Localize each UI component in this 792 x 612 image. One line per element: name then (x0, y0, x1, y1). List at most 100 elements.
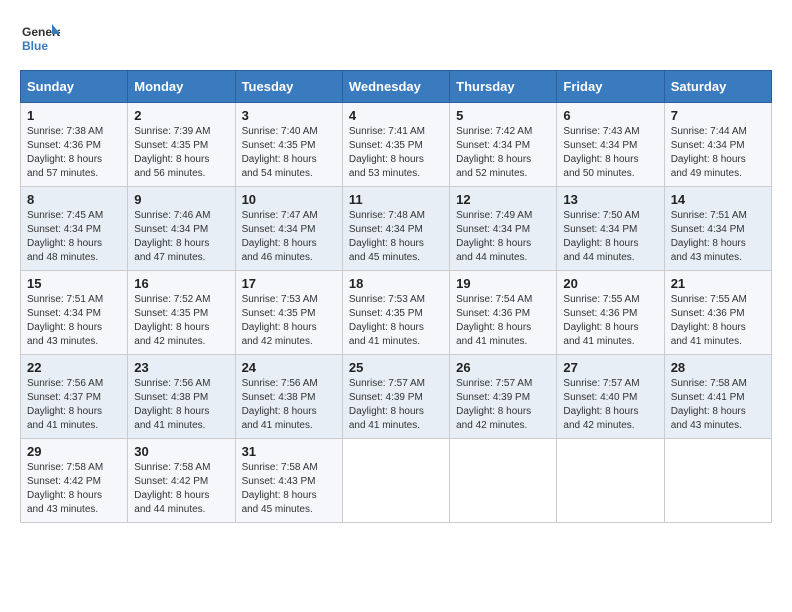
calendar-cell (450, 439, 557, 523)
weekday-header-cell: Sunday (21, 71, 128, 103)
calendar-cell: 20 Sunrise: 7:55 AMSunset: 4:36 PMDayligh… (557, 271, 664, 355)
day-number: 26 (456, 360, 550, 375)
day-info: Sunrise: 7:55 AMSunset: 4:36 PMDaylight:… (563, 293, 657, 349)
day-info: Sunrise: 7:56 AMSunset: 4:38 PMDaylight:… (242, 377, 336, 433)
day-info: Sunrise: 7:58 AMSunset: 4:42 PMDaylight:… (27, 461, 121, 517)
calendar-cell: 5 Sunrise: 7:42 AMSunset: 4:34 PMDaylight… (450, 103, 557, 187)
day-number: 27 (563, 360, 657, 375)
calendar-cell: 29Sunrise: 7:58 AMSunset: 4:42 PMDayligh… (21, 439, 128, 523)
day-number: 18 (349, 276, 443, 291)
calendar-cell: 25Sunrise: 7:57 AMSunset: 4:39 PMDayligh… (342, 355, 449, 439)
calendar-cell: 19Sunrise: 7:54 AMSunset: 4:36 PMDayligh… (450, 271, 557, 355)
day-info: Sunrise: 7:58 AMSunset: 4:42 PMDaylight:… (134, 461, 228, 517)
day-number: 12 (456, 192, 550, 207)
calendar-cell: 4 Sunrise: 7:41 AMSunset: 4:35 PMDaylight… (342, 103, 449, 187)
day-info: Sunrise: 7:42 AMSunset: 4:34 PMDaylight:… (456, 125, 550, 181)
day-info: Sunrise: 7:50 AMSunset: 4:34 PMDaylight:… (563, 209, 657, 265)
day-number: 25 (349, 360, 443, 375)
day-info: Sunrise: 7:43 AMSunset: 4:34 PMDaylight:… (563, 125, 657, 181)
day-info: Sunrise: 7:51 AMSunset: 4:34 PMDaylight:… (27, 293, 121, 349)
calendar-week-row: 15 Sunrise: 7:51 AMSunset: 4:34 PMDayligh… (21, 271, 772, 355)
weekday-header-row: SundayMondayTuesdayWednesdayThursdayFrid… (21, 71, 772, 103)
calendar-cell: 9 Sunrise: 7:46 AMSunset: 4:34 PMDaylight… (128, 187, 235, 271)
weekday-header-cell: Monday (128, 71, 235, 103)
calendar-cell: 7Sunrise: 7:44 AMSunset: 4:34 PMDaylight… (664, 103, 771, 187)
calendar-week-row: 1 Sunrise: 7:38 AMSunset: 4:36 PMDaylight… (21, 103, 772, 187)
day-number: 15 (27, 276, 121, 291)
day-info: Sunrise: 7:46 AMSunset: 4:34 PMDaylight:… (134, 209, 228, 265)
calendar-cell: 26 Sunrise: 7:57 AMSunset: 4:39 PMDayligh… (450, 355, 557, 439)
day-info: Sunrise: 7:39 AMSunset: 4:35 PMDaylight:… (134, 125, 228, 181)
day-number: 9 (134, 192, 228, 207)
day-number: 31 (242, 444, 336, 459)
calendar-cell: 15 Sunrise: 7:51 AMSunset: 4:34 PMDayligh… (21, 271, 128, 355)
calendar-cell: 21 Sunrise: 7:55 AMSunset: 4:36 PMDayligh… (664, 271, 771, 355)
day-info: Sunrise: 7:48 AMSunset: 4:34 PMDaylight:… (349, 209, 443, 265)
day-number: 30 (134, 444, 228, 459)
day-info: Sunrise: 7:38 AMSunset: 4:36 PMDaylight:… (27, 125, 121, 181)
calendar-cell: 28 Sunrise: 7:58 AMSunset: 4:41 PMDayligh… (664, 355, 771, 439)
calendar-cell: 12Sunrise: 7:49 AMSunset: 4:34 PMDayligh… (450, 187, 557, 271)
day-info: Sunrise: 7:58 AMSunset: 4:41 PMDaylight:… (671, 377, 765, 433)
logo: General Blue (20, 20, 60, 60)
calendar-week-row: 22 Sunrise: 7:56 AMSunset: 4:37 PMDayligh… (21, 355, 772, 439)
day-number: 8 (27, 192, 121, 207)
calendar-cell: 1 Sunrise: 7:38 AMSunset: 4:36 PMDaylight… (21, 103, 128, 187)
calendar-cell: 22 Sunrise: 7:56 AMSunset: 4:37 PMDayligh… (21, 355, 128, 439)
calendar-cell: 10 Sunrise: 7:47 AMSunset: 4:34 PMDayligh… (235, 187, 342, 271)
day-number: 22 (27, 360, 121, 375)
weekday-header-cell: Friday (557, 71, 664, 103)
calendar-cell (664, 439, 771, 523)
day-info: Sunrise: 7:47 AMSunset: 4:34 PMDaylight:… (242, 209, 336, 265)
day-number: 7 (671, 108, 765, 123)
calendar-cell: 17Sunrise: 7:53 AMSunset: 4:35 PMDayligh… (235, 271, 342, 355)
day-number: 28 (671, 360, 765, 375)
logo-svg: General Blue (20, 20, 60, 60)
calendar-cell (557, 439, 664, 523)
calendar-cell (342, 439, 449, 523)
day-info: Sunrise: 7:53 AMSunset: 4:35 PMDaylight:… (349, 293, 443, 349)
day-number: 23 (134, 360, 228, 375)
day-number: 5 (456, 108, 550, 123)
weekday-header-cell: Thursday (450, 71, 557, 103)
calendar-week-row: 29Sunrise: 7:58 AMSunset: 4:42 PMDayligh… (21, 439, 772, 523)
calendar-cell: 14 Sunrise: 7:51 AMSunset: 4:34 PMDayligh… (664, 187, 771, 271)
day-number: 24 (242, 360, 336, 375)
day-info: Sunrise: 7:40 AMSunset: 4:35 PMDaylight:… (242, 125, 336, 181)
calendar-cell: 18 Sunrise: 7:53 AMSunset: 4:35 PMDayligh… (342, 271, 449, 355)
day-number: 10 (242, 192, 336, 207)
day-number: 2 (134, 108, 228, 123)
day-number: 3 (242, 108, 336, 123)
weekday-header-cell: Tuesday (235, 71, 342, 103)
day-info: Sunrise: 7:56 AMSunset: 4:37 PMDaylight:… (27, 377, 121, 433)
calendar-cell: 8 Sunrise: 7:45 AMSunset: 4:34 PMDaylight… (21, 187, 128, 271)
calendar-cell: 27 Sunrise: 7:57 AMSunset: 4:40 PMDayligh… (557, 355, 664, 439)
day-number: 14 (671, 192, 765, 207)
day-info: Sunrise: 7:51 AMSunset: 4:34 PMDaylight:… (671, 209, 765, 265)
calendar-cell: 6 Sunrise: 7:43 AMSunset: 4:34 PMDaylight… (557, 103, 664, 187)
calendar-cell: 3 Sunrise: 7:40 AMSunset: 4:35 PMDaylight… (235, 103, 342, 187)
calendar-cell: 16Sunrise: 7:52 AMSunset: 4:35 PMDayligh… (128, 271, 235, 355)
day-number: 20 (563, 276, 657, 291)
day-number: 13 (563, 192, 657, 207)
day-number: 4 (349, 108, 443, 123)
calendar-table: SundayMondayTuesdayWednesdayThursdayFrid… (20, 70, 772, 523)
day-info: Sunrise: 7:56 AMSunset: 4:38 PMDaylight:… (134, 377, 228, 433)
day-number: 1 (27, 108, 121, 123)
weekday-header-cell: Saturday (664, 71, 771, 103)
svg-text:Blue: Blue (22, 39, 48, 53)
day-info: Sunrise: 7:55 AMSunset: 4:36 PMDaylight:… (671, 293, 765, 349)
day-number: 17 (242, 276, 336, 291)
day-info: Sunrise: 7:57 AMSunset: 4:39 PMDaylight:… (456, 377, 550, 433)
day-info: Sunrise: 7:45 AMSunset: 4:34 PMDaylight:… (27, 209, 121, 265)
day-info: Sunrise: 7:58 AMSunset: 4:43 PMDaylight:… (242, 461, 336, 517)
day-info: Sunrise: 7:57 AMSunset: 4:40 PMDaylight:… (563, 377, 657, 433)
day-info: Sunrise: 7:52 AMSunset: 4:35 PMDaylight:… (134, 293, 228, 349)
day-number: 21 (671, 276, 765, 291)
day-number: 6 (563, 108, 657, 123)
day-info: Sunrise: 7:41 AMSunset: 4:35 PMDaylight:… (349, 125, 443, 181)
calendar-week-row: 8 Sunrise: 7:45 AMSunset: 4:34 PMDaylight… (21, 187, 772, 271)
calendar-cell: 13 Sunrise: 7:50 AMSunset: 4:34 PMDayligh… (557, 187, 664, 271)
weekday-header-cell: Wednesday (342, 71, 449, 103)
calendar-cell: 11Sunrise: 7:48 AMSunset: 4:34 PMDayligh… (342, 187, 449, 271)
